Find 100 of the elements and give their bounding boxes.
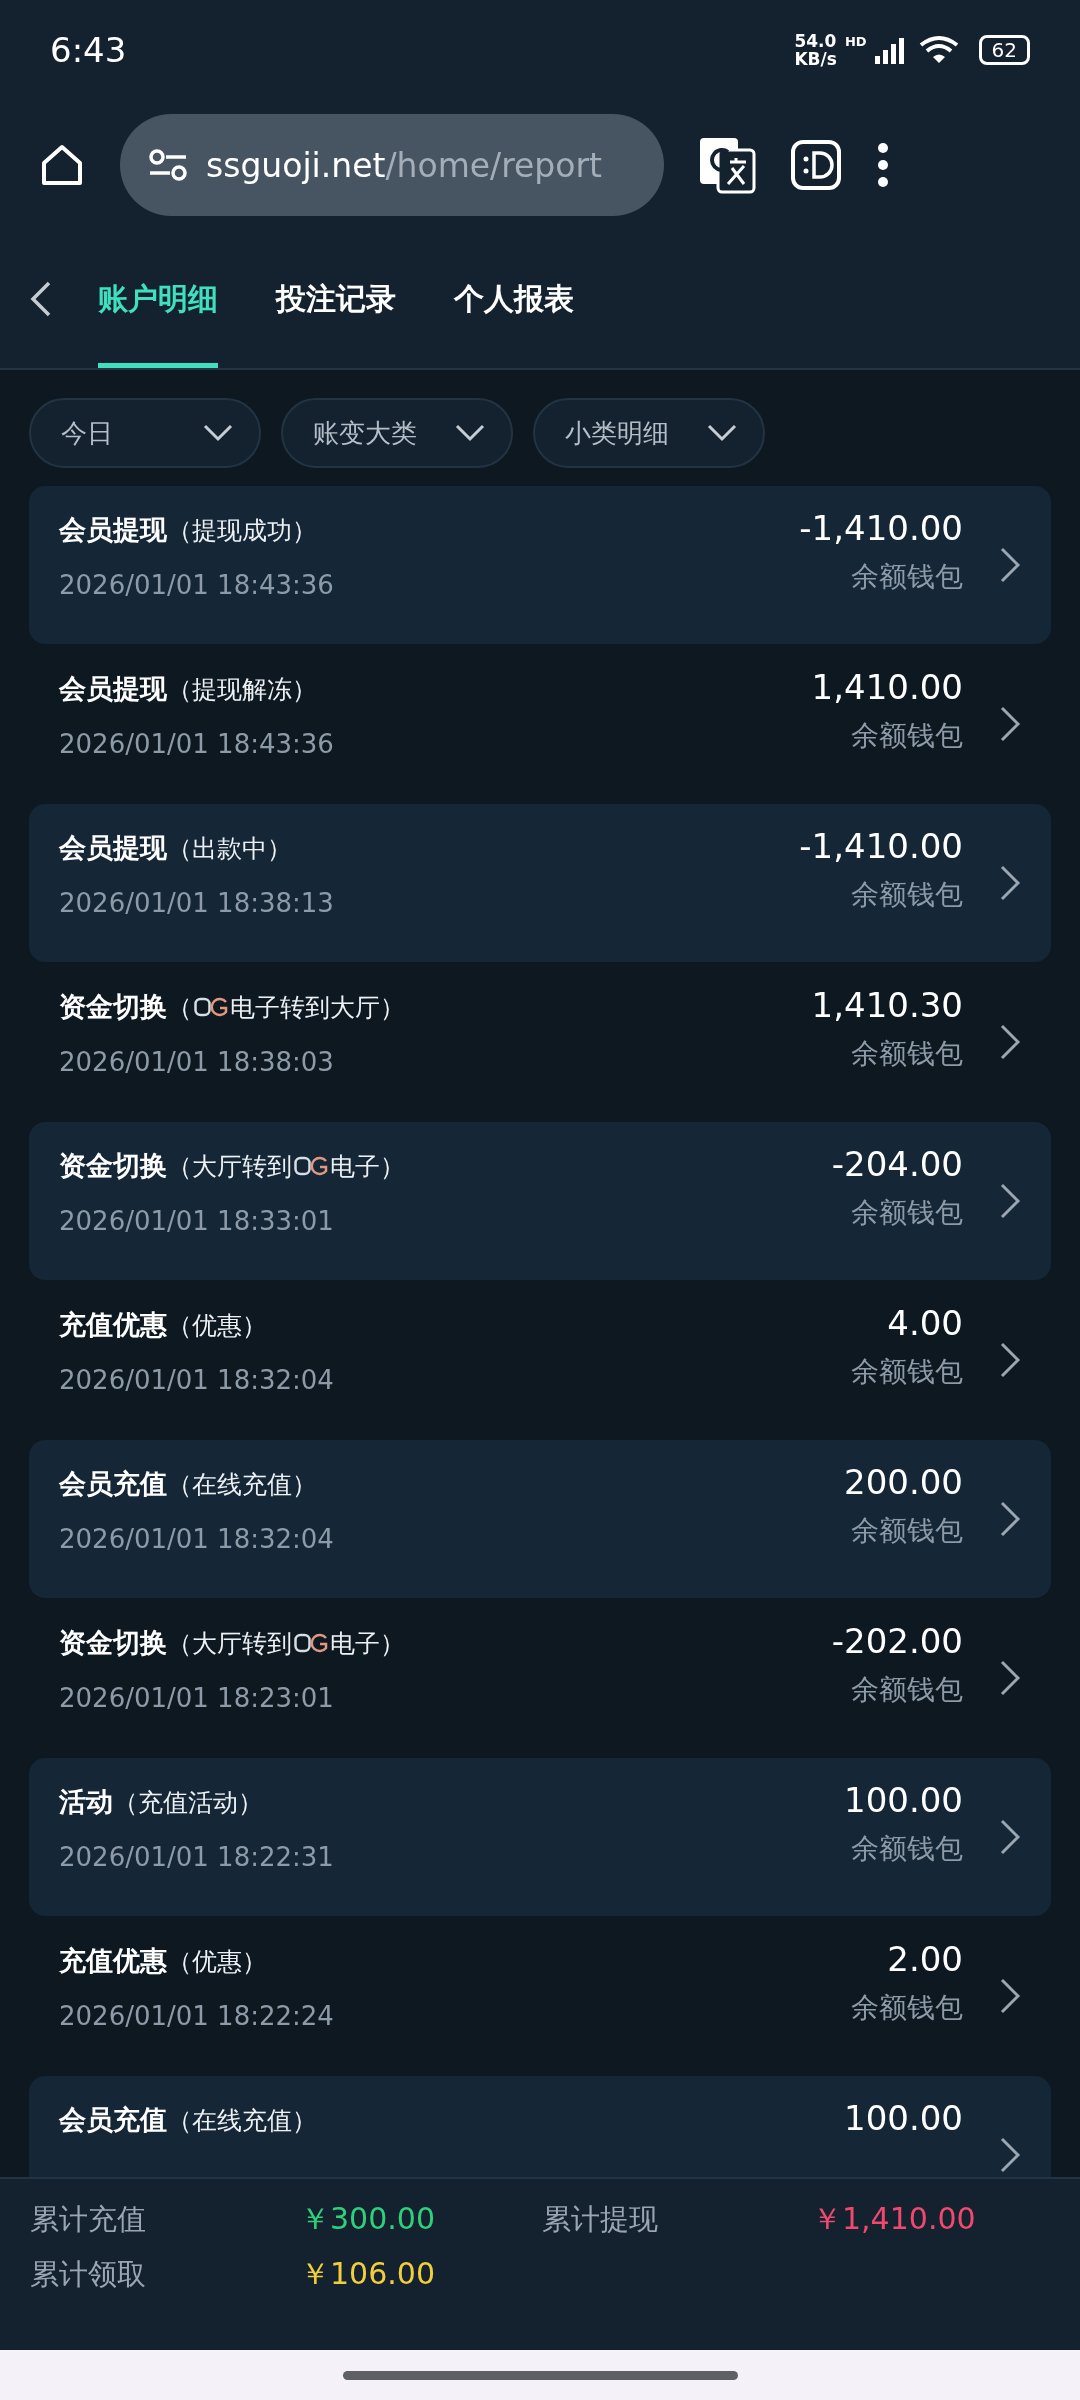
- url-text: ssguoji.net/home/report: [206, 145, 602, 185]
- address-bar[interactable]: ssguoji.net/home/report: [120, 114, 664, 216]
- record-detail: （在线充值）: [167, 2104, 317, 2137]
- filter-dropdown[interactable]: 小类明细: [533, 398, 765, 468]
- record-time: 2026/01/01 18:23:01: [59, 1683, 335, 1713]
- record-amount: 1,410.30: [811, 985, 963, 1025]
- record-amount: -204.00: [831, 1144, 963, 1184]
- record-detail: （: [167, 991, 192, 1024]
- record-title: 会员充值: [59, 2103, 167, 2137]
- chevron-right-icon: [999, 1023, 1021, 1061]
- record-title: 活动: [59, 1785, 113, 1819]
- clock-time: 6:43: [50, 30, 127, 70]
- record-amount: 100.00: [844, 1780, 963, 1820]
- logo-icon: [294, 1156, 328, 1176]
- record-detail: （优惠）: [167, 1309, 267, 1342]
- wallet-name: 余额钱包: [851, 1513, 963, 1549]
- record-amount: -1,410.00: [799, 826, 963, 866]
- logo-icon: [294, 1633, 328, 1653]
- chevron-right-icon: [999, 1659, 1021, 1697]
- record-title: 会员提现: [59, 672, 167, 706]
- record-row[interactable]: 活动（充值活动） 2026/01/01 18:22:31 100.00 余额钱包: [29, 1758, 1051, 1916]
- wallet-name: 余额钱包: [851, 877, 963, 913]
- wallet-name: 余额钱包: [851, 1036, 963, 1072]
- chevron-right-icon: [999, 1182, 1021, 1220]
- record-time: 2026/01/01 18:43:36: [59, 729, 335, 759]
- record-detail: （出款中）: [167, 832, 292, 865]
- network-speed: 54.0 KB/s: [794, 32, 837, 68]
- chevron-right-icon: [999, 546, 1021, 584]
- summary-value: ￥1,410.00: [812, 2200, 976, 2238]
- record-detail: 电子转到大厅）: [230, 991, 405, 1024]
- wifi-icon: [918, 35, 959, 65]
- record-row[interactable]: 会员充值（在线充值） 2026/01/01 18:32:04 200.00 余额钱包: [29, 1440, 1051, 1598]
- summary-label: 累计提现: [542, 2200, 659, 2238]
- wallet-name: 余额钱包: [851, 1831, 963, 1867]
- record-amount: -202.00: [831, 1621, 963, 1661]
- record-row[interactable]: 会员提现（提现解冻） 2026/01/01 18:43:36 1,410.00 余额钱包: [29, 645, 1051, 803]
- record-amount: 100.00: [844, 2098, 963, 2138]
- record-amount: -1,410.00: [799, 508, 963, 548]
- wallet-name: 余额钱包: [851, 1672, 963, 1708]
- record-title: 会员提现: [59, 831, 167, 865]
- chevron-down-icon: [707, 424, 737, 442]
- record-amount: 200.00: [844, 1462, 963, 1502]
- wallet-name: 余额钱包: [851, 1354, 963, 1390]
- record-row[interactable]: 资金切换（大厅转到 电子） 2026/01/01 18:23:01 -202.00 余额钱包: [29, 1599, 1051, 1757]
- summary-value: ￥106.00: [300, 2255, 435, 2293]
- battery-indicator: 62: [978, 35, 1030, 65]
- filter-dropdown[interactable]: 今日: [29, 398, 261, 468]
- record-detail: 电子）: [330, 1627, 405, 1660]
- record-row[interactable]: 会员提现（提现成功） 2026/01/01 18:43:36 -1,410.00 余额钱包: [29, 486, 1051, 644]
- record-detail: （优惠）: [167, 1945, 267, 1978]
- record-detail: 电子）: [330, 1150, 405, 1183]
- summary-label: 累计充值: [30, 2200, 147, 2238]
- tab[interactable]: 账户明细: [98, 230, 218, 368]
- record-detail: （大厅转到: [167, 1627, 292, 1660]
- network-type: HD: [844, 34, 867, 49]
- record-row[interactable]: 会员提现（出款中） 2026/01/01 18:38:13 -1,410.00 余额钱包: [29, 804, 1051, 962]
- wallet-name: 余额钱包: [851, 1195, 963, 1231]
- back-icon[interactable]: [30, 281, 52, 317]
- record-time: 2026/01/01 18:32:04: [59, 1365, 335, 1395]
- record-amount: 1,410.00: [811, 667, 963, 707]
- site-settings-icon[interactable]: [148, 148, 188, 182]
- record-amount: 2.00: [887, 1939, 963, 1979]
- record-title: 资金切换: [59, 1626, 167, 1660]
- record-row[interactable]: 充值优惠（优惠） 2026/01/01 18:22:24 2.00 余额钱包: [29, 1917, 1051, 2075]
- record-row[interactable]: 资金切换（ 电子转到大厅） 2026/01/01 18:38:03 1,410.30 余额钱包: [29, 963, 1051, 1121]
- record-detail: （在线充值）: [167, 1468, 317, 1501]
- extension-icon[interactable]: [790, 139, 842, 191]
- chevron-down-icon: [455, 424, 485, 442]
- record-time: 2026/01/01 18:22:31: [59, 1842, 335, 1872]
- record-row[interactable]: 充值优惠（优惠） 2026/01/01 18:32:04 4.00 余额钱包: [29, 1281, 1051, 1439]
- record-row[interactable]: 资金切换（大厅转到 电子） 2026/01/01 18:33:01 -204.00 余额钱包: [29, 1122, 1051, 1280]
- record-time: 2026/01/01 18:38:03: [59, 1047, 335, 1077]
- home-indicator[interactable]: [342, 2370, 738, 2380]
- wallet-name: 余额钱包: [851, 1990, 963, 2026]
- summary-value: ￥300.00: [300, 2200, 435, 2238]
- filter-dropdown[interactable]: 账变大类: [281, 398, 513, 468]
- record-title: 会员提现: [59, 513, 167, 547]
- record-time: 2026/01/01 18:32:04: [59, 1524, 335, 1554]
- record-title: 资金切换: [59, 1149, 167, 1183]
- chevron-right-icon: [999, 1818, 1021, 1856]
- chevron-down-icon: [203, 424, 233, 442]
- record-amount: 4.00: [887, 1303, 963, 1343]
- summary-label: 累计领取: [30, 2255, 147, 2293]
- record-row[interactable]: 会员充值（在线充值） 100.00: [29, 2076, 1051, 2177]
- logo-icon: [194, 997, 228, 1017]
- record-title: 充值优惠: [59, 1944, 167, 1978]
- tab[interactable]: 投注记录: [276, 230, 396, 368]
- record-detail: （提现成功）: [167, 514, 317, 547]
- menu-icon[interactable]: [876, 142, 890, 188]
- wallet-name: 余额钱包: [851, 559, 963, 595]
- record-time: 2026/01/01 18:33:01: [59, 1206, 335, 1236]
- record-time: 2026/01/01 18:43:36: [59, 570, 335, 600]
- tab[interactable]: 个人报表: [454, 230, 574, 368]
- chevron-right-icon: [999, 1977, 1021, 2015]
- record-detail: （大厅转到: [167, 1150, 292, 1183]
- record-title: 资金切换: [59, 990, 167, 1024]
- translate-icon[interactable]: [698, 136, 756, 194]
- record-title: 会员充值: [59, 1467, 167, 1501]
- chevron-right-icon: [999, 705, 1021, 743]
- wallet-name: 余额钱包: [851, 718, 963, 754]
